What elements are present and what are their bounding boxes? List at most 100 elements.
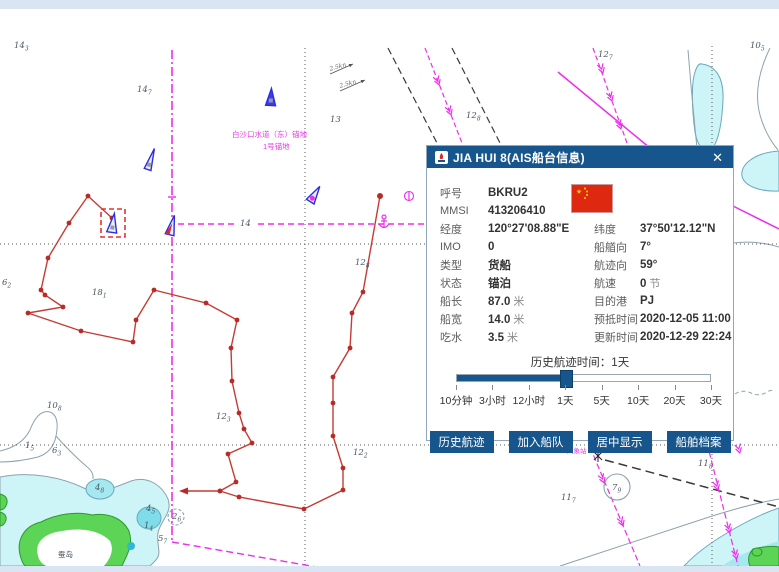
slider-tickmark	[711, 385, 712, 390]
depth-sounding: 147	[137, 85, 152, 97]
ship-center-mark	[269, 98, 273, 102]
chart-dashed-line	[452, 48, 500, 143]
track-point[interactable]	[242, 427, 247, 432]
track-point[interactable]	[250, 441, 255, 446]
track-point[interactable]	[86, 194, 91, 199]
ais-ship-icon[interactable]	[165, 214, 179, 236]
dialog-header[interactable]: JIA HUI 8(AIS船台信息) ✕	[427, 146, 733, 168]
depth-sounding: 79	[612, 483, 621, 495]
slider-track[interactable]	[456, 374, 711, 382]
track-point[interactable]	[229, 346, 234, 351]
track-point[interactable]	[226, 452, 231, 457]
slider-tick-label: 3小时	[479, 393, 506, 408]
fairway-line	[425, 48, 462, 143]
track-point[interactable]	[348, 346, 353, 351]
field-label: 更新时间	[594, 329, 640, 345]
history-duration-slider[interactable]: 10分钟3小时12小时1天5天10天20天30天	[456, 371, 711, 417]
water-land-area	[37, 529, 112, 566]
depth-sounding: 117	[561, 493, 576, 505]
leading-line-arrow	[606, 91, 614, 101]
dialog-buttons: 历史航迹 加入船队 居中显示 船舶档案	[427, 431, 733, 453]
field-label: 船长	[440, 293, 488, 309]
track-point[interactable]	[79, 329, 84, 334]
depth-sounding: 15	[25, 441, 34, 453]
ais-ship-icon[interactable]	[306, 184, 323, 204]
track-arrowhead	[179, 488, 188, 495]
slider-tick-label: 1天	[557, 393, 573, 408]
track-point[interactable]	[331, 434, 336, 439]
field-value: 3.5米	[488, 329, 594, 345]
chart-dashed-line	[388, 48, 437, 143]
track-point[interactable]	[230, 379, 235, 384]
track-point[interactable]	[341, 488, 346, 493]
depth-contour	[56, 436, 93, 479]
history-track-button[interactable]: 历史航迹	[430, 431, 494, 453]
depth-sounding: 128	[355, 258, 370, 270]
track-point[interactable]	[218, 489, 223, 494]
chart-text-label: 白沙口水道（东）锚地	[232, 129, 307, 139]
field-value: 7°	[640, 241, 731, 253]
leading-line-arrow	[445, 105, 454, 116]
track-point[interactable]	[235, 318, 240, 323]
ship-triangle[interactable]	[107, 213, 120, 233]
ship-archive-button[interactable]: 船舶档案	[667, 431, 731, 453]
current-arrowhead	[361, 78, 366, 83]
depth-sounding: 128	[466, 111, 481, 123]
water-land-area	[692, 64, 723, 150]
center-display-button[interactable]: 居中显示	[588, 431, 652, 453]
track-point[interactable]	[234, 480, 239, 485]
slider-tick-label: 20天	[663, 393, 685, 408]
ais-ship-icon[interactable]	[266, 88, 277, 106]
depth-sounding: 127	[598, 50, 613, 62]
field-value: 37°50'12.12"N	[640, 223, 731, 235]
track-point[interactable]	[204, 301, 209, 306]
depth-pool	[752, 548, 762, 556]
water-land-area	[742, 151, 779, 191]
track-point[interactable]	[26, 311, 31, 316]
ship-center-mark	[110, 225, 115, 230]
track-point[interactable]	[237, 411, 242, 416]
track-point[interactable]	[152, 288, 157, 293]
ship-track-line[interactable]	[220, 196, 380, 509]
track-point[interactable]	[67, 221, 72, 226]
track-point[interactable]	[61, 305, 66, 310]
ship-triangle[interactable]	[144, 147, 157, 170]
close-icon[interactable]: ✕	[710, 151, 725, 164]
field-value: 货船	[488, 257, 594, 273]
track-point[interactable]	[331, 401, 336, 406]
depth-sounding: 123	[216, 412, 231, 424]
ship-triangle[interactable]	[266, 88, 277, 106]
field-value: 0	[488, 241, 594, 253]
track-point[interactable]	[46, 256, 51, 261]
window-edge-strip	[0, 0, 779, 9]
chart-text-label: 1号锚地	[263, 141, 290, 151]
field-value: 2020-12-29 22:24	[640, 331, 731, 343]
field-label: 纬度	[594, 221, 640, 237]
china-flag-image	[571, 184, 613, 213]
ship-track-line[interactable]	[28, 196, 252, 491]
ship-triangle[interactable]	[306, 184, 323, 204]
field-label: 类型	[440, 257, 488, 273]
track-point[interactable]	[131, 340, 136, 345]
slider-handle[interactable]	[560, 370, 573, 388]
ais-ship-icon[interactable]	[144, 147, 157, 170]
track-start-point[interactable]	[377, 193, 383, 199]
track-point[interactable]	[43, 293, 48, 298]
field-value: 14.0米	[488, 311, 594, 327]
slider-fill	[457, 375, 566, 381]
depth-sounding: 118	[698, 459, 713, 471]
field-label: MMSI	[440, 205, 488, 217]
track-point[interactable]	[331, 375, 336, 380]
depth-sounding: 105	[750, 41, 765, 53]
track-point[interactable]	[341, 466, 346, 471]
track-point[interactable]	[350, 311, 355, 316]
track-point[interactable]	[237, 495, 242, 500]
join-fleet-button[interactable]: 加入船队	[509, 431, 573, 453]
depth-sounding: 57	[158, 534, 167, 546]
ais-ship-icon[interactable]	[107, 213, 120, 233]
track-point[interactable]	[361, 290, 366, 295]
track-point[interactable]	[39, 288, 44, 293]
ship-icon	[435, 151, 448, 164]
track-point[interactable]	[134, 318, 139, 323]
track-point[interactable]	[302, 507, 307, 512]
